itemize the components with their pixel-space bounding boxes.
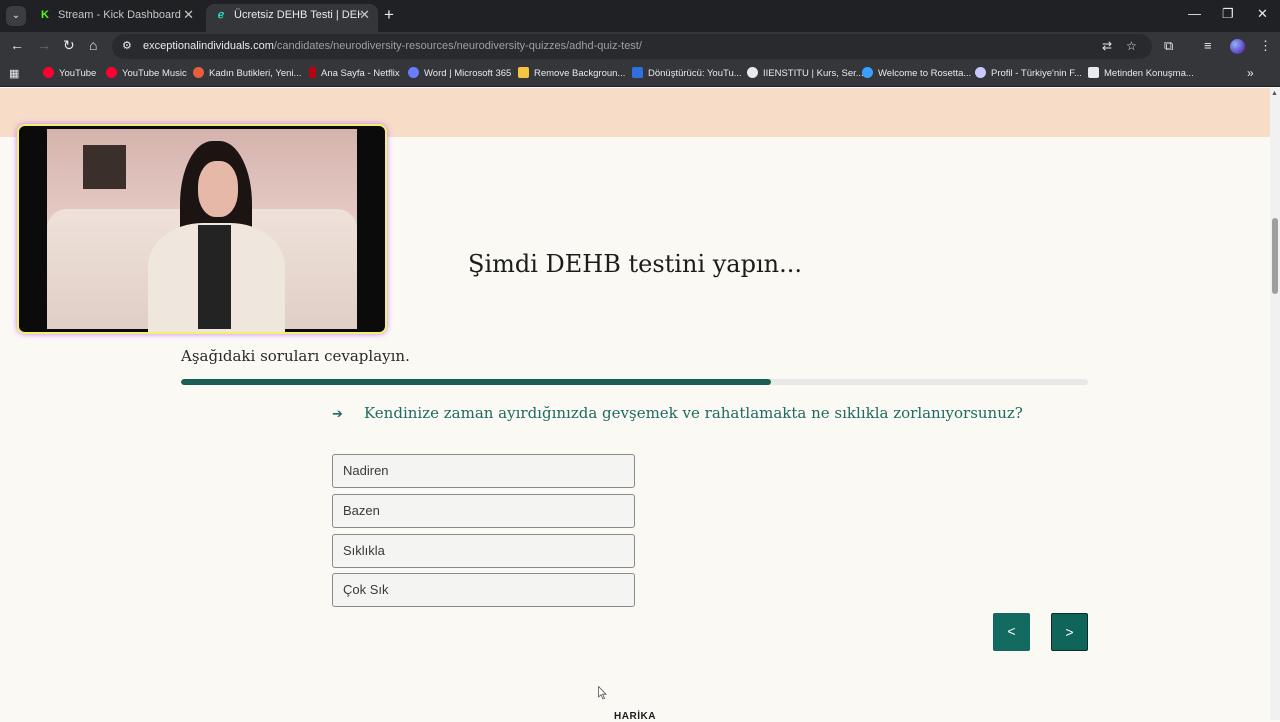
arrow-right-icon: ➔: [332, 407, 343, 422]
site-info-icon[interactable]: ⚙: [122, 39, 132, 52]
answer-option-bazen[interactable]: Bazen: [332, 494, 635, 528]
question-text: Kendinize zaman ayırdığınızda gevşemek v…: [364, 404, 1023, 422]
new-tab-button[interactable]: +: [384, 5, 394, 25]
more-bookmarks-icon[interactable]: »: [1247, 66, 1254, 80]
bookmark-donusturucu[interactable]: Dönüştürücü: YouTu...: [632, 67, 742, 79]
bookmark-label: Ana Sayfa - Netflix: [321, 68, 400, 79]
tab-strip: ⌄ K Stream - Kick Dashboard ✕ ℯ Ücretsiz D…: [0, 0, 1280, 32]
next-question-button[interactable]: >: [1051, 613, 1088, 651]
bookmark-label: YouTube Music: [122, 68, 187, 79]
bookmark-label: IIENSTITU | Kurs, Ser...: [763, 68, 864, 79]
bookmark-label: YouTube: [59, 68, 97, 79]
quiz-progress-fill: [181, 379, 771, 385]
exceptional-individuals-icon: ℯ: [217, 9, 225, 21]
tab-adhd-quiz[interactable]: ℯ Ücretsiz DEHB Testi | DEHB'im V ✕: [206, 4, 378, 32]
store-icon: [193, 67, 204, 78]
bookmark-kadin-butikleri[interactable]: Kadın Butikleri, Yeni...: [193, 67, 301, 79]
browser-toolbar: ← → ↻ ⌂ ⚙ exceptionalindividuals.com/can…: [0, 32, 1280, 61]
rosetta-icon: [862, 67, 873, 78]
forward-arrow-icon[interactable]: →: [37, 37, 51, 53]
answer-option-cok-sik[interactable]: Çok Sık: [332, 573, 635, 607]
bookmark-label: Profil - Türkiye'nin F...: [991, 68, 1082, 79]
pen-icon: [975, 67, 986, 78]
close-tab-icon[interactable]: ✕: [183, 4, 194, 26]
mouse-cursor-icon: [598, 686, 607, 700]
youtube-icon: [43, 67, 54, 78]
close-window-button[interactable]: ✕: [1257, 6, 1268, 22]
youtube-music-icon: [106, 67, 117, 78]
minimize-button[interactable]: —: [1188, 6, 1201, 21]
url-host: exceptionalindividuals.com: [143, 40, 274, 52]
netflix-icon: [309, 67, 316, 78]
bookmark-youtube-music[interactable]: YouTube Music: [106, 67, 187, 79]
address-bar[interactable]: ⚙ exceptionalindividuals.com/candidates/…: [112, 34, 1152, 59]
apps-grid-icon[interactable]: ▦: [9, 67, 19, 80]
bookmark-remove-bg[interactable]: Remove Backgroun...: [518, 67, 625, 79]
menu-kebab-icon[interactable]: ⋮: [1259, 38, 1272, 54]
tab-search-button[interactable]: ⌄: [6, 6, 26, 26]
extensions-icon[interactable]: ⧉: [1164, 38, 1173, 54]
bookmark-profil[interactable]: Profil - Türkiye'nin F...: [975, 67, 1082, 79]
text-to-speech-icon: [1088, 67, 1099, 78]
bookmark-label: Dönüştürücü: YouTu...: [648, 68, 742, 79]
previous-question-button[interactable]: <: [993, 613, 1030, 651]
quiz-question: ➔ Kendinize zaman ayırdığınızda gevşemek …: [332, 404, 1023, 422]
home-icon[interactable]: ⌂: [89, 37, 97, 53]
kick-icon: K: [41, 9, 49, 21]
scrollbar-thumb[interactable]: [1272, 218, 1278, 294]
url-path: /candidates/neurodiversity-resources/neu…: [273, 40, 642, 52]
answer-option-siklikla[interactable]: Sıklıkla: [332, 534, 635, 568]
microsoft-365-icon: [408, 67, 419, 78]
tab-kick-dashboard[interactable]: K Stream - Kick Dashboard ✕: [30, 4, 202, 32]
url-text[interactable]: exceptionalindividuals.com/candidates/ne…: [143, 40, 642, 52]
remove-bg-icon: [518, 67, 529, 78]
webcam-video: [22, 129, 382, 332]
bookmark-label: Kadın Butikleri, Yeni...: [209, 68, 302, 79]
bookmark-iienstitu[interactable]: IIENSTITU | Kurs, Ser...: [747, 67, 864, 79]
bookmark-netflix[interactable]: Ana Sayfa - Netflix: [309, 67, 400, 79]
reload-icon[interactable]: ↻: [63, 37, 75, 54]
tab-label: Ücretsiz DEHB Testi | DEHB'im V: [234, 9, 362, 21]
bookmark-youtube[interactable]: YouTube: [43, 67, 96, 79]
quiz-progress-bar: [181, 379, 1088, 385]
answer-option-nadiren[interactable]: Nadiren: [332, 454, 635, 488]
webcam-person-face: [198, 161, 238, 217]
restore-button[interactable]: ❐: [1222, 6, 1234, 22]
profile-avatar[interactable]: [1230, 39, 1245, 54]
page-title: Şimdi DEHB testini yapın...: [468, 250, 802, 278]
bookmark-label: Remove Backgroun...: [534, 68, 626, 79]
bookmarks-bar: ▦ YouTube YouTube Music Kadın Butikleri,…: [0, 61, 1280, 87]
scroll-up-icon[interactable]: ▲: [1271, 90, 1278, 97]
bookmark-star-icon[interactable]: ☆: [1126, 39, 1137, 53]
webcam-overlay: [19, 126, 385, 332]
scrollbar-track[interactable]: [1270, 88, 1280, 720]
quiz-instructions: Aşağıdaki soruları cevaplayın.: [181, 347, 410, 365]
tab-label: Stream - Kick Dashboard: [58, 9, 181, 21]
back-arrow-icon[interactable]: ←: [10, 37, 24, 53]
bookmark-metinden-konusma[interactable]: Metinden Konuşma...: [1088, 67, 1194, 79]
translate-icon[interactable]: ⇄: [1102, 39, 1112, 53]
media-controls-icon[interactable]: ≡: [1204, 38, 1212, 53]
bookmark-label: Welcome to Rosetta...: [878, 68, 972, 79]
close-tab-icon[interactable]: ✕: [359, 4, 370, 26]
converter-icon: [632, 67, 643, 78]
bookmark-rosetta[interactable]: Welcome to Rosetta...: [862, 67, 971, 79]
webcam-picture-frame: [83, 145, 127, 189]
bookmark-label: Word | Microsoft 365: [424, 68, 512, 79]
bookmark-label: Metinden Konuşma...: [1104, 68, 1194, 79]
footer-label: HARİKA: [614, 711, 656, 722]
bookmark-word[interactable]: Word | Microsoft 365: [408, 67, 511, 79]
globe-icon: [747, 67, 758, 78]
